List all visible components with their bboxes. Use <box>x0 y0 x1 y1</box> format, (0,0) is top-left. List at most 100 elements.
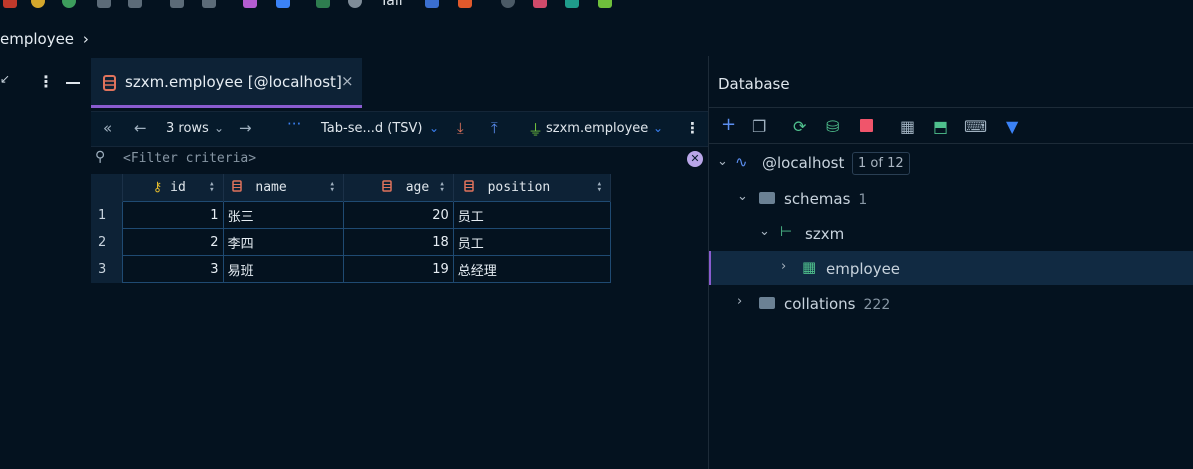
cell-position[interactable]: 员工 <box>452 228 612 256</box>
cell-position[interactable]: 员工 <box>452 201 612 229</box>
clear-filter-icon[interactable]: ✕ <box>687 151 703 167</box>
close-icon[interactable]: × <box>341 72 354 90</box>
schemas-label: schemas <box>784 190 851 208</box>
schemas-count: 1 <box>858 192 868 208</box>
table-data-icon <box>103 75 116 91</box>
row-count-dropdown[interactable]: 3 rows <box>166 121 209 136</box>
sort-icon[interactable]: ▴ ▾ <box>597 180 602 195</box>
chevron-down-icon[interactable]: ⌄ <box>429 121 439 135</box>
office-icon[interactable] <box>458 0 472 8</box>
db-settings-icon[interactable]: ⛁ <box>826 117 839 136</box>
table-icon: ▦ <box>802 258 817 276</box>
table-row[interactable]: 1 1 张三 20 员工 <box>91 201 612 229</box>
next-page-icon[interactable]: → <box>239 119 252 137</box>
cell-name[interactable]: 易班 <box>222 255 344 283</box>
search-run-icon[interactable] <box>62 0 76 8</box>
settings-icon[interactable] <box>243 0 257 8</box>
play-icon[interactable] <box>97 0 111 8</box>
chart-icon[interactable] <box>533 0 547 8</box>
cell-age[interactable]: 19 <box>342 255 454 283</box>
tree-item-localhost[interactable]: ⌄ ∿ @localhost 1 of 12 <box>709 146 1193 180</box>
filter-search-icon: ⚲ <box>95 149 106 165</box>
filter-bar: ⚲ <Filter criteria> ✕ <box>91 146 708 173</box>
results-toolbar: « ← 3 rows ⌄ → ··· Tab-se...d (TSV) ⌄ ⤓ … <box>91 111 708 147</box>
cell-id[interactable]: 1 <box>121 201 224 229</box>
terminal-icon[interactable] <box>316 0 330 8</box>
tree-item-szxm[interactable]: ⌄ ⊢ szxm <box>709 216 1193 250</box>
plugin-icon[interactable] <box>598 0 612 8</box>
tab-employee[interactable]: szxm.employee [@localhost] × <box>91 58 362 108</box>
host-count-badge[interactable]: 1 of 12 <box>852 152 910 175</box>
row-number[interactable]: 1 <box>91 201 123 229</box>
upload-icon[interactable]: ⤒ <box>491 119 498 137</box>
sort-icon[interactable]: ▴ ▾ <box>209 180 214 195</box>
tree-item-employee[interactable]: › ▦ employee <box>709 251 1193 285</box>
table-icon[interactable]: ▦ <box>900 117 915 136</box>
sort-icon[interactable]: ▴ ▾ <box>329 180 334 195</box>
cell-age[interactable]: 20 <box>342 201 454 229</box>
database-panel-title: Database <box>718 75 790 93</box>
host-label: @localhost <box>762 154 845 172</box>
first-page-icon[interactable]: « <box>103 119 112 137</box>
prev-page-icon[interactable]: ← <box>134 119 147 137</box>
chevron-right-icon[interactable]: › <box>781 259 786 274</box>
copy-icon[interactable]: ❐ <box>752 117 766 136</box>
cell-age[interactable]: 18 <box>342 228 454 256</box>
console-icon[interactable]: ⌨ <box>964 117 987 136</box>
search-icon[interactable] <box>348 0 362 8</box>
tools-icon[interactable] <box>170 0 184 8</box>
folder-icon <box>759 297 775 309</box>
row-number[interactable]: 3 <box>91 255 123 283</box>
divider <box>709 107 1193 108</box>
cell-position[interactable]: 总经理 <box>452 255 612 283</box>
column-header-name[interactable]: name ▴ ▾ <box>223 174 344 202</box>
export-icon[interactable]: ⬒ <box>933 117 948 136</box>
tree-item-schemas[interactable]: ⌄ schemas 1 <box>709 181 1193 215</box>
filter-input[interactable]: <Filter criteria> <box>123 151 256 166</box>
more-icon[interactable]: ··· <box>287 115 301 133</box>
data-grid: ⚷ id ▴ ▾ name ▴ ▾ age ▴ ▾ position ▴ ▾ 1… <box>91 174 612 283</box>
record-icon[interactable] <box>3 0 17 8</box>
row-number[interactable]: 2 <box>91 228 123 256</box>
refresh-icon[interactable]: ⟳ <box>793 117 806 136</box>
table-row[interactable]: 2 2 李四 18 员工 <box>91 228 612 256</box>
grid-icon[interactable] <box>276 0 290 8</box>
main-toolbar: Tail <box>0 0 1193 14</box>
column-header-position[interactable]: position ▴ ▾ <box>453 174 612 202</box>
media-icon[interactable] <box>501 0 515 8</box>
row-number-header <box>91 174 123 202</box>
download-icon[interactable]: ⤓ <box>457 119 464 137</box>
sort-icon[interactable]: ▴ ▾ <box>439 180 444 195</box>
filter-icon[interactable]: ▼ <box>1006 117 1018 136</box>
breadcrumb-label[interactable]: employee <box>0 30 74 48</box>
editor-tabbar: szxm.employee [@localhost] × <box>0 58 708 108</box>
cell-name[interactable]: 李四 <box>222 228 344 256</box>
chevron-down-icon[interactable]: ⌄ <box>759 224 770 239</box>
add-icon[interactable]: + <box>721 114 736 135</box>
tail-button[interactable]: Tail <box>380 0 403 9</box>
export-format-dropdown[interactable]: Tab-se...d (TSV) <box>321 121 422 136</box>
translate-icon[interactable] <box>425 0 439 8</box>
datasource-dropdown[interactable]: szxm.employee <box>546 121 648 136</box>
filter-tool-icon[interactable] <box>202 0 216 8</box>
more-options-icon[interactable]: ⋮ <box>685 119 700 137</box>
breadcrumb[interactable]: employee › <box>0 30 89 50</box>
column-icon <box>231 180 242 192</box>
column-header-id[interactable]: ⚷ id ▴ ▾ <box>122 174 224 202</box>
tree-item-collations[interactable]: › collations 222 <box>709 286 1193 320</box>
chevron-down-icon[interactable]: ⌄ <box>653 121 663 135</box>
analytics-icon[interactable] <box>565 0 579 8</box>
chevron-right-icon[interactable]: › <box>737 294 742 309</box>
chevron-down-icon[interactable]: ⌄ <box>737 189 748 204</box>
refresh-icon[interactable] <box>31 0 45 8</box>
table-row[interactable]: 3 3 易班 19 总经理 <box>91 255 612 283</box>
cell-id[interactable]: 2 <box>121 228 224 256</box>
stop-icon[interactable] <box>860 119 873 132</box>
chevron-down-icon[interactable]: ⌄ <box>717 154 728 169</box>
cell-name[interactable]: 张三 <box>222 201 344 229</box>
stop-icon[interactable] <box>128 0 142 8</box>
column-label: position <box>487 180 551 195</box>
cell-id[interactable]: 3 <box>121 255 224 283</box>
chevron-down-icon[interactable]: ⌄ <box>214 121 224 135</box>
column-header-age[interactable]: age ▴ ▾ <box>343 174 454 202</box>
